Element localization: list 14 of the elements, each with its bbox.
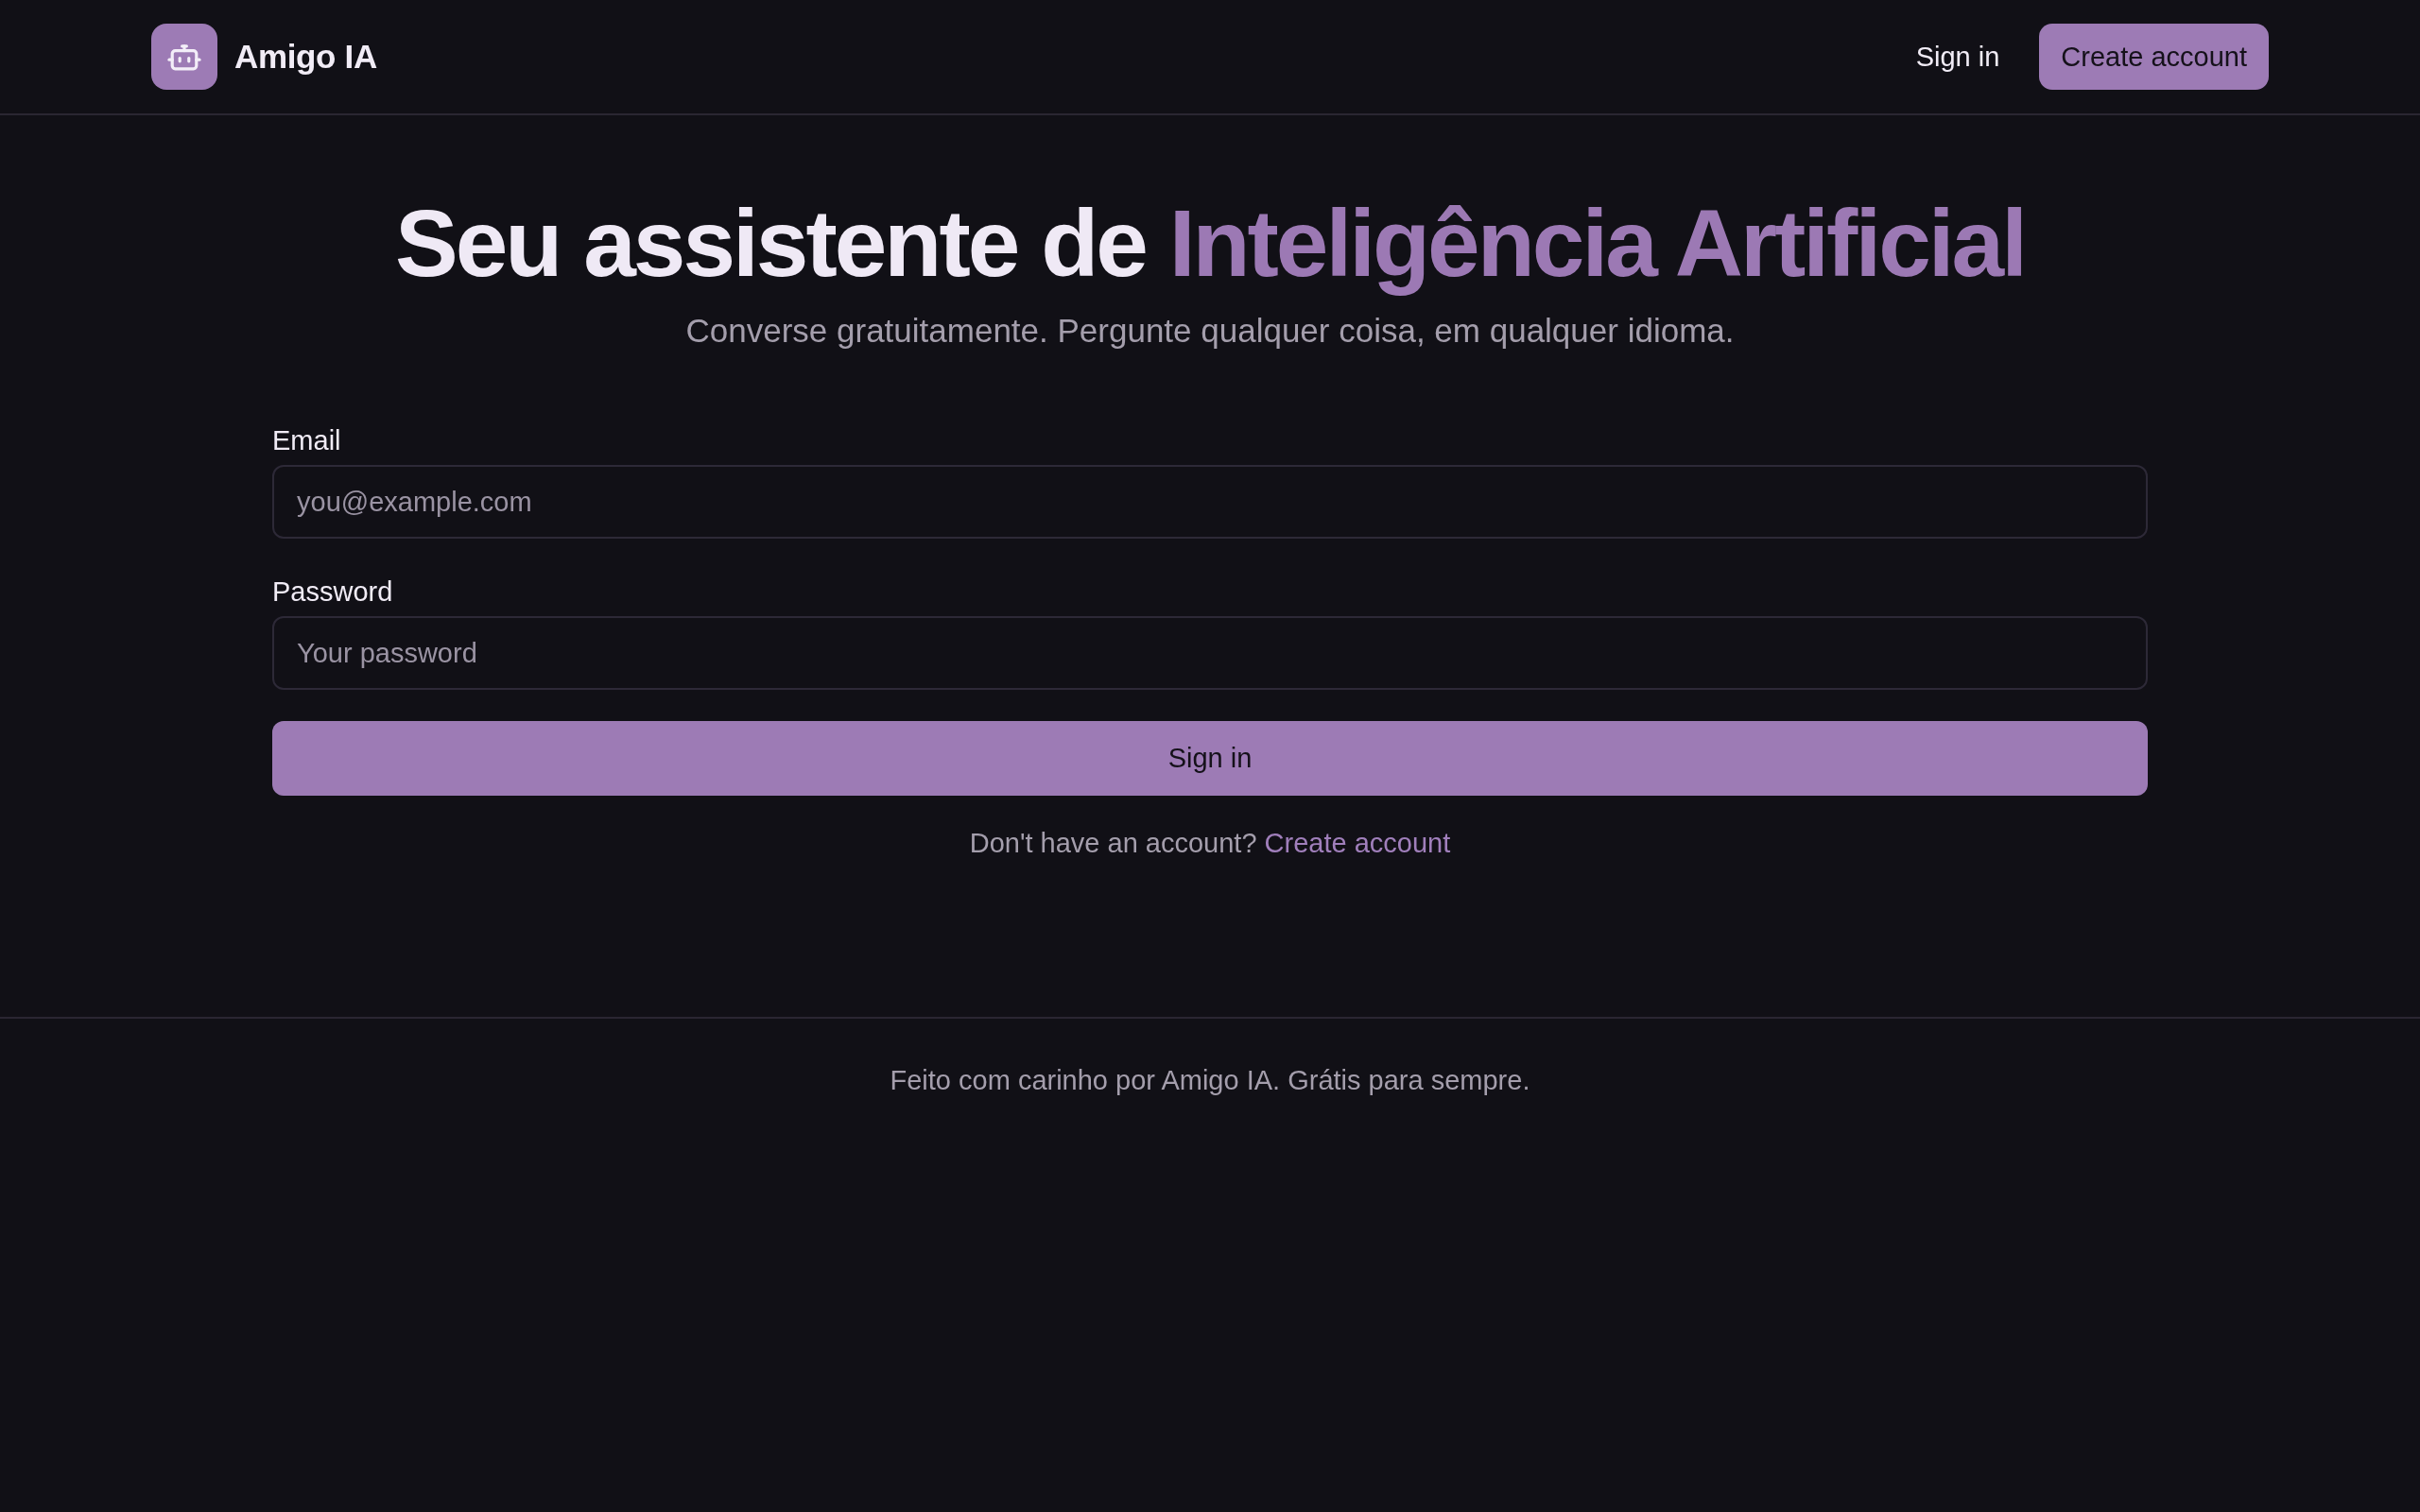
page-heading: Seu assistente de Inteligência Artificial <box>394 189 2026 298</box>
email-input[interactable]: you@example.com <box>272 465 2148 539</box>
sign-in-link[interactable]: Sign in <box>1915 41 2000 73</box>
password-label: Password <box>272 576 394 609</box>
sign-in-button[interactable]: Sign in <box>272 721 2148 796</box>
page-subtitle: Converse gratuitamente. Pergunte qualquer coisa, em qualquer idioma. <box>684 311 1736 351</box>
password-input[interactable]: Your password <box>272 616 2148 690</box>
footer-text: Feito com carinho por Amigo IA. Grátis para sempre. <box>889 1064 1531 1097</box>
create-account-link[interactable]: Create account <box>1264 828 1451 858</box>
email-label: Email <box>272 424 342 457</box>
brand-name: Amigo IA <box>234 38 377 76</box>
create-account-button[interactable]: Create account <box>2039 24 2269 90</box>
robot-icon <box>151 24 217 90</box>
signup-prompt: Don't have an account? Create account <box>968 827 1452 860</box>
